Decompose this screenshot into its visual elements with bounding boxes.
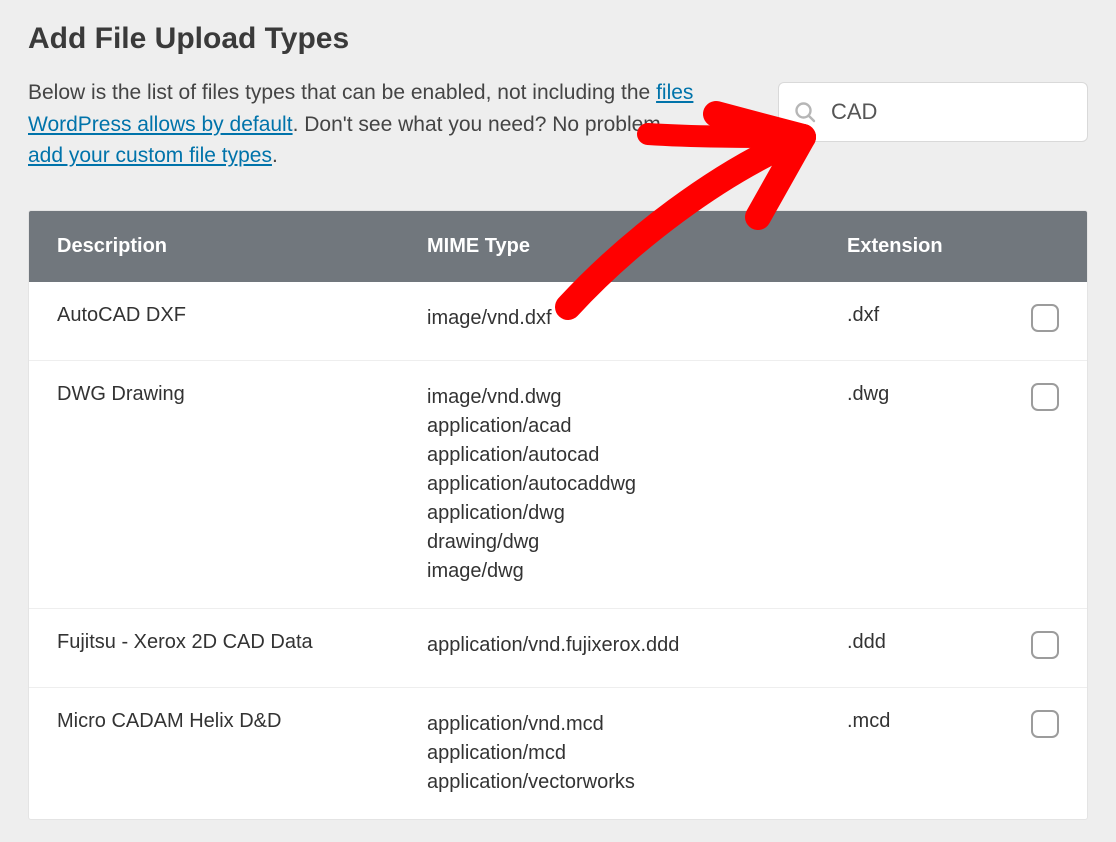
intro-part2: . Don't see what you need? No problem,: [293, 113, 667, 136]
col-header-mime: MIME Type: [427, 235, 847, 258]
mime-line: image/vnd.dwg: [427, 383, 847, 412]
table-header-row: Description MIME Type Extension: [29, 211, 1087, 282]
cell-mime: application/vnd.mcdapplication/mcdapplic…: [427, 710, 847, 797]
mime-line: application/vectorworks: [427, 768, 847, 797]
mime-line: application/acad: [427, 412, 847, 441]
cell-description: Fujitsu - Xerox 2D CAD Data: [57, 631, 427, 654]
cell-description: DWG Drawing: [57, 383, 427, 406]
intro-part1: Below is the list of files types that ca…: [28, 81, 656, 104]
mime-line: application/autocad: [427, 441, 847, 470]
cell-extension: .dxf: [847, 304, 1017, 327]
mime-line: application/vnd.fujixerox.ddd: [427, 631, 847, 660]
cell-extension: .mcd: [847, 710, 1017, 733]
mime-line: drawing/dwg: [427, 528, 847, 557]
cell-description: AutoCAD DXF: [57, 304, 427, 327]
cell-extension: .ddd: [847, 631, 1017, 654]
enable-checkbox[interactable]: [1031, 631, 1059, 659]
intro-text: Below is the list of files types that ca…: [28, 77, 698, 172]
mime-line: image/dwg: [427, 557, 847, 586]
mime-line: application/vnd.mcd: [427, 710, 847, 739]
mime-line: application/mcd: [427, 739, 847, 768]
cell-mime: application/vnd.fujixerox.ddd: [427, 631, 847, 660]
col-header-description: Description: [57, 235, 427, 258]
enable-checkbox[interactable]: [1031, 304, 1059, 332]
page-title: Add File Upload Types: [28, 22, 1088, 56]
search-box[interactable]: [778, 82, 1088, 142]
search-icon: [793, 100, 817, 124]
enable-checkbox[interactable]: [1031, 383, 1059, 411]
cell-extension: .dwg: [847, 383, 1017, 406]
table-row: DWG Drawingimage/vnd.dwgapplication/acad…: [29, 360, 1087, 608]
file-types-table: Description MIME Type Extension AutoCAD …: [28, 210, 1088, 820]
intro-part3: .: [272, 144, 278, 167]
table-row: Fujitsu - Xerox 2D CAD Dataapplication/v…: [29, 608, 1087, 687]
search-input[interactable]: [829, 98, 1073, 126]
table-row: AutoCAD DXFimage/vnd.dxf.dxf: [29, 282, 1087, 360]
enable-checkbox[interactable]: [1031, 710, 1059, 738]
link-add-custom[interactable]: add your custom file types: [28, 144, 272, 167]
mime-line: application/autocaddwg: [427, 470, 847, 499]
table-row: Micro CADAM Helix D&Dapplication/vnd.mcd…: [29, 687, 1087, 819]
cell-description: Micro CADAM Helix D&D: [57, 710, 427, 733]
cell-mime: image/vnd.dwgapplication/acadapplication…: [427, 383, 847, 586]
mime-line: application/dwg: [427, 499, 847, 528]
mime-line: image/vnd.dxf: [427, 304, 847, 333]
col-header-extension: Extension: [847, 235, 1017, 258]
cell-mime: image/vnd.dxf: [427, 304, 847, 333]
